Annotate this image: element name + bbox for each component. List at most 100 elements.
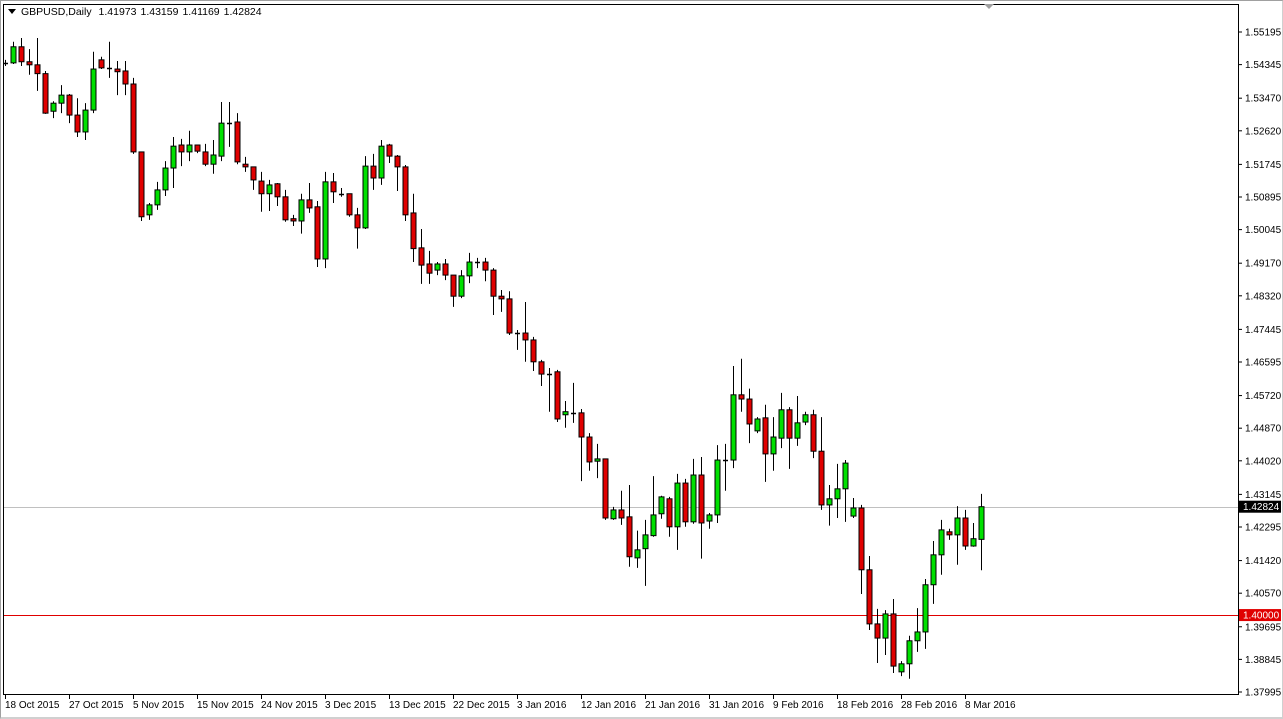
- candle-body-bull: [650, 514, 657, 537]
- candle-body-bull: [826, 498, 833, 506]
- candle-body-bull: [10, 46, 17, 64]
- candle-body-bear: [786, 409, 793, 439]
- candle-body-bear: [498, 295, 505, 300]
- candle-body-bull: [754, 418, 761, 432]
- candle-body-bear: [314, 206, 321, 260]
- candle-body-bear: [66, 94, 73, 116]
- y-tick-label: 1.38845: [1245, 655, 1282, 666]
- candle-body-bear: [874, 623, 881, 639]
- candle-body-bull: [218, 122, 225, 157]
- candle-body-bear: [386, 144, 393, 157]
- candle-body-bear: [442, 263, 449, 276]
- candle-body-bear: [538, 361, 545, 375]
- x-tick-label: 5 Nov 2015: [133, 700, 185, 711]
- candle-body-bear: [282, 196, 289, 221]
- dropdown-triangle-icon[interactable]: [8, 9, 16, 14]
- x-tick-label: 9 Feb 2016: [773, 700, 824, 711]
- y-tick-label: 1.50895: [1245, 193, 1282, 204]
- y-tick-label: 1.37995: [1245, 688, 1282, 699]
- y-tick-label: 1.46595: [1245, 358, 1282, 369]
- candle-body-bull: [906, 640, 913, 665]
- y-tick-label: 1.55195: [1245, 28, 1282, 39]
- y-tick-label: 1.44020: [1245, 456, 1282, 467]
- candle-body-bull: [954, 517, 961, 536]
- candle-body-bear: [682, 482, 689, 523]
- candle-body-bull: [146, 204, 153, 216]
- y-tick-label: 1.41420: [1245, 556, 1282, 567]
- y-tick-label: 1.40570: [1245, 589, 1282, 600]
- candle-body-bull: [706, 514, 713, 522]
- candle-body-bull: [658, 496, 665, 515]
- candle-body-bear: [346, 193, 353, 216]
- x-tick-label: 8 Mar 2016: [965, 700, 1016, 711]
- candle: [554, 369, 561, 423]
- candle-body-bear: [858, 507, 865, 571]
- candle-body-bull: [154, 189, 161, 206]
- candle-body-bull: [642, 534, 649, 550]
- candlestick-chart[interactable]: 1.55195 1.54345 1.53470 1.52620 1.51745 1.508…: [0, 0, 1283, 718]
- candle-body-bear: [242, 163, 249, 168]
- candle-body-bull: [610, 509, 617, 520]
- candle-body-bear: [202, 151, 209, 165]
- y-tick-label: 1.44870: [1245, 424, 1282, 435]
- x-tick-label: 15 Nov 2015: [197, 700, 254, 711]
- y-tick-label: 1.49170: [1245, 259, 1282, 270]
- candle-body-bear: [522, 332, 529, 341]
- candle-body-bull: [730, 394, 737, 461]
- candle-body-bear: [602, 458, 609, 519]
- candle-body-bull: [378, 145, 385, 179]
- candle: [402, 164, 409, 221]
- y-tick-label: 1.54345: [1245, 60, 1282, 71]
- candle-body-bear: [586, 436, 593, 463]
- candle-body-bear: [490, 269, 497, 297]
- candle: [322, 171, 329, 269]
- candle-body-bear: [418, 247, 425, 266]
- candle-body-bull: [922, 584, 929, 633]
- candle-body-bear: [290, 218, 297, 222]
- candle: [754, 417, 761, 434]
- candle: [138, 151, 145, 221]
- ohlc-high: 1.43159: [140, 6, 179, 18]
- candle-body-bull: [266, 184, 273, 195]
- candle-body-bull: [794, 422, 801, 439]
- candle-body-bull: [978, 506, 985, 540]
- candle-body-bear: [394, 155, 401, 168]
- y-tick-label: 1.39695: [1245, 622, 1282, 633]
- candle-body-bull: [90, 68, 97, 111]
- candle-body-bear: [354, 214, 361, 229]
- candle-body-bear: [250, 166, 257, 181]
- candle-body-bull: [898, 663, 905, 673]
- candle-body-bull: [210, 154, 217, 165]
- candle-body-bull: [562, 411, 569, 416]
- y-tick-label: 1.47445: [1245, 325, 1282, 336]
- x-tick-label: 31 Jan 2016: [709, 700, 764, 711]
- candle-body-bear: [866, 569, 873, 625]
- candle-body-bull: [82, 109, 89, 133]
- candle-body-bull: [634, 549, 641, 559]
- candle-body-bear: [810, 414, 817, 452]
- candle-body-bull: [298, 199, 305, 222]
- candle-body-bull: [458, 275, 465, 297]
- candle-body-bull: [802, 414, 809, 423]
- candle-body-bear: [26, 61, 33, 66]
- candle-body-bull: [162, 167, 169, 191]
- candle-body-bear: [370, 165, 377, 179]
- candle-body-bull: [690, 474, 697, 523]
- candle-body-bear: [306, 199, 313, 209]
- candle: [682, 478, 689, 527]
- candle-body-bear: [946, 531, 953, 536]
- x-tick-label: 28 Feb 2016: [901, 700, 958, 711]
- y-tick-label: 1.48320: [1245, 291, 1282, 302]
- candle-body-bear: [618, 509, 625, 519]
- candle-body-bear: [450, 274, 457, 297]
- candle-body-bull: [50, 102, 57, 112]
- candle-body-bear: [274, 183, 281, 198]
- x-tick-label: 21 Jan 2016: [645, 700, 700, 711]
- candle-body-bull: [770, 436, 777, 455]
- candle-body-bear: [114, 68, 121, 73]
- candle-body-bear: [890, 613, 897, 667]
- candle-body-bull: [714, 459, 721, 516]
- x-tick-label: 24 Nov 2015: [261, 700, 318, 711]
- x-tick-label: 22 Dec 2015: [453, 700, 510, 711]
- ohlc-open: 1.41973: [98, 6, 137, 18]
